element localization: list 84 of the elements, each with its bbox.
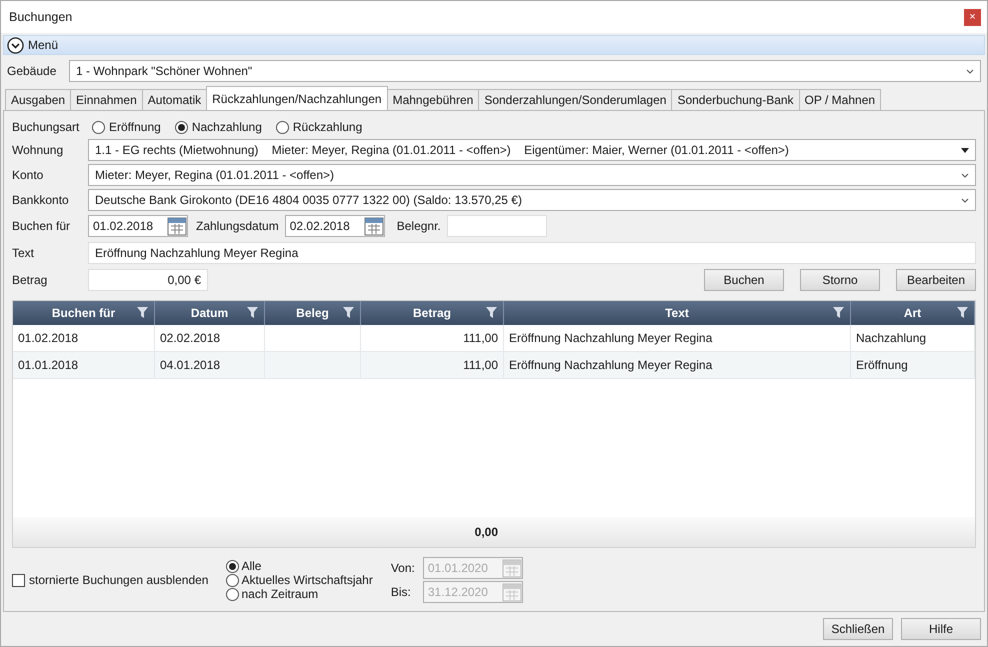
radio-label: Rückzahlung <box>292 120 362 134</box>
calendar-icon[interactable] <box>364 216 384 236</box>
tab[interactable]: Rückzahlungen/Nachzahlungen <box>206 86 388 110</box>
footer-button[interactable]: Hilfe <box>901 618 981 640</box>
radio-label: Aktuelles Wirtschaftsjahr <box>241 573 373 587</box>
field-label: Zahlungsdatum <box>196 219 279 233</box>
filter-icon[interactable] <box>957 307 968 318</box>
radio-button[interactable] <box>226 574 240 586</box>
table-cell: 02.02.2018 <box>155 325 265 351</box>
radio-button[interactable] <box>226 588 240 600</box>
radio-button[interactable] <box>92 120 105 134</box>
checkbox[interactable] <box>12 574 25 586</box>
tab[interactable]: Automatik <box>142 89 208 110</box>
column-header[interactable]: Text <box>504 301 851 325</box>
table-cell: Eröffnung Nachzahlung Meyer Regina <box>504 325 851 351</box>
radio-label: Nachzahlung <box>192 120 262 134</box>
dropdown-field[interactable]: Mieter: Meyer, Regina (01.01.2011 - <offen>) <box>88 164 976 186</box>
field-label: Von: <box>390 561 416 575</box>
field-label: Wohnung <box>12 143 64 157</box>
field-label: Belegnr. <box>396 219 441 233</box>
column-header[interactable]: Beleg <box>265 301 361 325</box>
chevron-circle-icon[interactable] <box>7 36 24 54</box>
tab[interactable]: Mahngebühren <box>386 89 480 110</box>
input-field[interactable]: 0,00 € <box>88 269 208 291</box>
input-field[interactable]: Eröffnung Nachzahlung Meyer Regina <box>88 242 976 264</box>
date-field[interactable]: 01.02.2018 <box>88 215 188 237</box>
filter-icon[interactable] <box>833 307 844 318</box>
menu-label: Menü <box>28 38 58 52</box>
table-cell: Eröffnung <box>851 352 975 378</box>
radio-label: nach Zeitraum <box>241 587 318 601</box>
dropdown-caret-icon[interactable] <box>961 172 969 178</box>
column-header[interactable]: Buchen für <box>13 301 155 325</box>
field-label: Text <box>12 246 36 260</box>
field-label: Konto <box>12 168 44 182</box>
field-label: Buchen für <box>12 219 72 233</box>
field-label: Gebäude <box>7 64 58 78</box>
table-row[interactable]: 01.02.2018 02.02.2018 111,00 Eröffnung Nachzahlung Meyer Regina Nachzahlung <box>13 325 975 352</box>
field-label: Bankkonto <box>12 193 70 207</box>
table-cell: 04.01.2018 <box>155 352 265 378</box>
table-row[interactable]: 01.01.2018 04.01.2018 111,00 Eröffnung Nachzahlung Meyer Regina Eröffnung <box>13 352 975 379</box>
table-cell: 111,00 <box>361 325 504 351</box>
filter-icon[interactable] <box>137 307 148 318</box>
dropdown-caret-icon[interactable] <box>961 198 969 202</box>
radio-button[interactable] <box>276 120 289 134</box>
radio-button[interactable] <box>226 560 240 572</box>
window-title: Buchungen <box>9 10 72 24</box>
close-button[interactable]: × <box>964 8 981 26</box>
table-cell: 01.02.2018 <box>13 325 155 351</box>
column-header[interactable]: Art <box>851 301 975 325</box>
dropdown-field[interactable]: 1 - Wohnpark "Schöner Wohnen" <box>69 60 981 82</box>
field-label: Bis: <box>390 585 412 599</box>
filter-icon[interactable] <box>486 307 497 318</box>
tab[interactable]: Sonderzahlungen/Sonderumlagen <box>478 89 672 110</box>
action-button[interactable]: Storno <box>800 269 880 291</box>
radio-label: Eröffnung <box>109 120 161 134</box>
filter-icon[interactable] <box>247 307 258 318</box>
calendar-icon[interactable] <box>167 216 187 236</box>
total-value: 0,00 <box>474 524 499 541</box>
action-button[interactable]: Bearbeiten <box>896 269 976 291</box>
table-cell: Nachzahlung <box>851 325 975 351</box>
dropdown-field[interactable]: Deutsche Bank Girokonto (DE16 4804 0035 0777 1322 00) (Saldo: 13.570,25 €) <box>88 189 976 211</box>
field-label: Buchungsart <box>12 120 80 134</box>
menu-bar[interactable]: Menü <box>3 35 985 55</box>
radio-button[interactable] <box>174 120 188 134</box>
column-header[interactable]: Datum <box>155 301 265 325</box>
filter-icon[interactable] <box>343 307 354 318</box>
table-cell: 111,00 <box>361 352 504 378</box>
tab[interactable]: Sonderbuchung-Bank <box>671 89 800 110</box>
radio-label: Alle <box>241 559 262 573</box>
field-label: Betrag <box>12 273 48 287</box>
tab[interactable]: Ausgaben <box>5 89 72 110</box>
checkbox-label: stornierte Buchungen ausblenden <box>29 573 208 587</box>
dropdown-caret-icon[interactable] <box>961 148 969 152</box>
column-header[interactable]: Betrag <box>361 301 504 325</box>
dropdown-field[interactable]: 1.1 - EG rechts (Mietwohnung) Mieter: Meyer, Regina (01.01.2011 - <offen>) Eigentümer: Maier, Werner (01.01.2011 - <offen>) <box>88 139 976 161</box>
footer-button[interactable]: Schließen <box>823 618 893 640</box>
dropdown-caret-icon[interactable] <box>966 68 974 74</box>
table-cell: 01.01.2018 <box>13 352 155 378</box>
tab[interactable]: OP / Mahnen <box>798 89 882 110</box>
date-field[interactable]: 02.02.2018 <box>284 215 385 237</box>
tab[interactable]: Einnahmen <box>70 89 143 110</box>
table-cell: Eröffnung Nachzahlung Meyer Regina <box>504 352 851 378</box>
input-field[interactable] <box>446 215 547 237</box>
action-button[interactable]: Buchen <box>704 269 784 291</box>
